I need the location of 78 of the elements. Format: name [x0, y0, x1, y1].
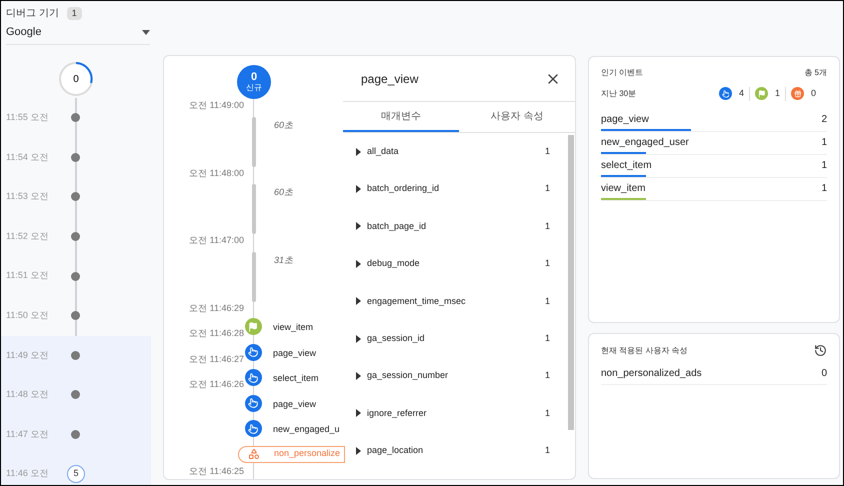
- period-label: 지난 30분: [601, 88, 636, 100]
- type-count: 0: [810, 87, 816, 100]
- parameter-row[interactable]: ga_session_number 1: [343, 357, 568, 395]
- flag-icon: [245, 318, 262, 336]
- pointer-icon: [245, 394, 262, 412]
- caret-icon: [356, 148, 361, 156]
- flag-icon: [754, 87, 768, 100]
- parameter-row[interactable]: engagement_time_msec 1: [343, 282, 568, 320]
- tab[interactable]: 매개변수: [343, 102, 459, 132]
- caret-icon: [356, 297, 361, 306]
- total-count: 총 5개: [804, 67, 827, 79]
- minute-label: 11:48 오전: [5, 388, 50, 402]
- minute-label: 11:51 오전: [5, 269, 50, 282]
- minute-label: 11:54 오전: [5, 150, 50, 164]
- dropdown-caret-icon: [142, 30, 150, 35]
- gap-duration: 60초: [274, 118, 294, 132]
- event-name[interactable]: select_item: [601, 158, 652, 172]
- caret-icon: [356, 260, 361, 268]
- parameter-row[interactable]: page_location 1: [343, 432, 568, 470]
- timestamp: 오전 11:46:26: [188, 378, 244, 392]
- count-ring[interactable]: 0: [59, 62, 93, 96]
- pointer-icon: [245, 369, 262, 386]
- event-count: 1: [821, 158, 827, 172]
- event-name[interactable]: page_view: [273, 346, 316, 360]
- parameter-row[interactable]: batch_page_id 1: [343, 208, 568, 246]
- card-title: 인기 이벤트: [601, 67, 644, 79]
- event-name[interactable]: new_engaged_user: [601, 134, 689, 150]
- event-name[interactable]: select_item: [273, 372, 319, 386]
- parameter-row[interactable]: ga_session_id 1: [343, 320, 568, 358]
- shapes-icon: [248, 448, 260, 460]
- minute-label: 11:53 오전: [5, 190, 50, 204]
- caret-icon: [356, 222, 361, 230]
- caret-icon: [356, 372, 361, 380]
- minute-label: 11:55 오전: [5, 111, 50, 124]
- minute-label: 11:49 오전: [5, 348, 50, 362]
- minute-count-ring[interactable]: 5: [67, 465, 85, 484]
- event-count: 1: [821, 136, 827, 150]
- type-count: 4: [738, 87, 744, 100]
- event-name[interactable]: view_item: [601, 180, 646, 196]
- caret-icon: [356, 409, 361, 418]
- gap-duration: 31초: [274, 254, 294, 266]
- event-name[interactable]: view_item: [273, 321, 314, 334]
- minute-label: 11:52 오전: [5, 230, 50, 243]
- scrollbar[interactable]: [568, 135, 574, 430]
- caret-icon: [356, 446, 361, 455]
- event-name[interactable]: page_view: [601, 112, 649, 126]
- event-name[interactable]: page_view: [273, 398, 316, 412]
- gap-duration: 60초: [274, 186, 294, 199]
- card-title: 현재 적용된 사용자 속성: [601, 344, 688, 356]
- pointer-icon: [245, 344, 262, 361]
- device-dropdown[interactable]: Google: [6, 21, 150, 45]
- property-value: 0: [821, 367, 827, 381]
- parameter-row[interactable]: all_data 1: [343, 133, 568, 170]
- minute-label: 11:46 오전: [5, 467, 50, 480]
- history-icon[interactable]: [814, 344, 827, 357]
- pointer-icon: [245, 420, 262, 438]
- gift-icon: [790, 87, 804, 100]
- detail-title: page_view: [361, 70, 418, 88]
- caret-icon: [356, 334, 361, 343]
- event-count: 1: [821, 182, 827, 196]
- pointer-icon: [718, 87, 732, 100]
- tab[interactable]: 사용자 속성: [459, 102, 575, 132]
- parameter-row[interactable]: ignore_referrer 1: [343, 394, 568, 432]
- new-users-badge[interactable]: 0 신규: [237, 65, 271, 99]
- caret-icon: [356, 185, 361, 194]
- property-name: non_personalized_ads: [601, 367, 702, 381]
- event-name[interactable]: new_engaged_u: [273, 423, 340, 437]
- parameter-row[interactable]: debug_mode 1: [343, 245, 568, 283]
- event-count: 2: [821, 112, 827, 126]
- device-label: 디버그 기기: [6, 7, 59, 21]
- minute-label: 11:47 오전: [5, 428, 50, 441]
- timestamp: 오전 11:46:27: [188, 352, 244, 366]
- minute-label: 11:50 오전: [5, 309, 50, 322]
- type-count: 1: [774, 87, 780, 100]
- device-count: 1: [66, 6, 82, 20]
- timestamp: 오전 11:46:25: [164, 465, 244, 479]
- parameter-row[interactable]: batch_ordering_id 1: [343, 170, 568, 208]
- timestamp: 오전 11:46:28: [188, 327, 244, 340]
